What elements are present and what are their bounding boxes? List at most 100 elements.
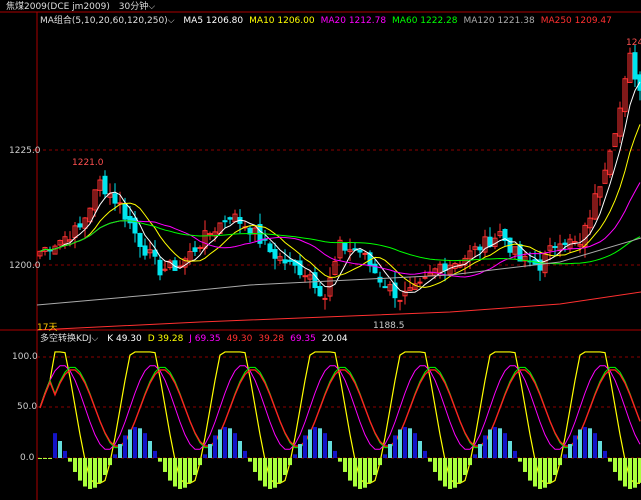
kdj-y-tick-0: 0.0 (20, 453, 35, 463)
kdj-histogram-bar (593, 433, 597, 458)
kdj-histogram-bar (148, 441, 152, 458)
ma-indicator-selector[interactable]: MA组合(5,10,20,60,120,250)⌵ (40, 16, 175, 26)
kdj-histogram-bar (198, 458, 202, 466)
kdj-histogram-bar (588, 428, 592, 458)
kdj-histogram-bar (448, 458, 452, 489)
kdj-histogram-bar (618, 458, 622, 481)
kdj-histogram-bar (208, 444, 212, 458)
kdj-histogram-bar (608, 458, 612, 462)
kdj-histogram-bar (288, 458, 292, 466)
kdj-histogram-bar (558, 458, 562, 466)
instrument-name: 焦煤2009(DCE jm2009) (6, 2, 110, 12)
kdj-histogram-bar (168, 458, 172, 481)
kdj-y-tick-50: 50.0 (17, 402, 38, 412)
candle-body (222, 220, 228, 223)
candle-body (122, 203, 128, 220)
candle-body (317, 286, 323, 297)
kdj-histogram-bar (573, 435, 577, 458)
kdj-histogram-bar (98, 458, 102, 483)
kdj-histogram-bar (543, 458, 547, 488)
candle-body (632, 52, 638, 80)
kdj-histogram-bar (498, 428, 502, 458)
kdj-histogram-bar (623, 458, 627, 487)
right-price-marker: 124 (626, 38, 641, 48)
kdj-histogram-bar (48, 458, 52, 459)
kdj-histogram-bar (378, 458, 382, 466)
kdj-histogram-bar (358, 458, 362, 489)
kdj-histogram-bar (223, 427, 227, 458)
chevron-down-icon: ⌵ (167, 16, 175, 26)
kdj-histogram-bar (578, 429, 582, 458)
candle-body (562, 242, 568, 245)
kdj-histogram-bar (83, 458, 87, 487)
period-selector[interactable]: 30分钟⌵ (119, 2, 155, 12)
kdj-histogram-bar (113, 454, 117, 458)
kdj-value: 69.35 (290, 334, 316, 344)
high-price-marker: 1221.0 (72, 158, 104, 168)
kdj-histogram-bar (478, 444, 482, 458)
chart-canvas[interactable] (0, 0, 641, 500)
kdj-histogram-bar (203, 454, 207, 458)
kdj-histogram-bar (553, 458, 557, 475)
kdj-histogram-bar (173, 458, 177, 487)
kdj-indicator-selector[interactable]: 多空转换KDJ⌵ (40, 334, 98, 344)
kdj-histogram-bar (473, 454, 477, 458)
kdj-histogram-bar (238, 441, 242, 458)
candle-body (362, 252, 368, 255)
days-label: 17天 (37, 323, 58, 333)
kdj-histogram-bar (338, 458, 342, 462)
kdj-value: 39.28 (258, 334, 285, 344)
candle-body (227, 217, 233, 220)
chevron-down-icon: ⌵ (91, 334, 99, 344)
kdj-histogram-bar (143, 433, 147, 458)
kdj-histogram-bar (568, 444, 572, 458)
kdj-histogram-bar (523, 458, 527, 472)
kdj-histogram-bar (413, 433, 417, 458)
kdj-histogram-bar (363, 458, 367, 488)
candle-body (342, 242, 348, 251)
kdj-histogram-bar (68, 458, 72, 462)
kdj-value: J 69.35 (189, 334, 221, 344)
kdj-histogram-bar (508, 441, 512, 458)
kdj-histogram-bar (43, 458, 47, 459)
candle-body (112, 193, 118, 204)
kdj-histogram-bar (343, 458, 347, 472)
kdj-histogram-bar (583, 427, 587, 458)
kdj-histogram-bar (488, 429, 492, 458)
kdj-histogram-bar (628, 458, 632, 489)
candle-body (132, 217, 138, 234)
instrument-title-bar: 焦煤2009(DCE jm2009) 30分钟⌵ (6, 1, 161, 13)
kdj-histogram-bar (193, 458, 197, 475)
kdj-histogram-bar (458, 458, 462, 483)
kdj-histogram-bar (233, 433, 237, 458)
kdj-histogram-bar (108, 458, 112, 466)
kdj-histogram-bar (248, 458, 252, 462)
kdj-histogram-bar (323, 433, 327, 458)
kdj-value: 20.04 (321, 334, 348, 344)
candle-body (552, 246, 558, 249)
kdj-histogram-bar (283, 458, 287, 475)
kdj-histogram-bar (293, 454, 297, 458)
candle-body (102, 175, 108, 195)
kdj-histogram-bar (188, 458, 192, 483)
kdj-histogram-bar (613, 458, 617, 472)
kdj-histogram-bar (273, 458, 277, 488)
kdj-histogram-bar (598, 441, 602, 458)
kdj-histogram-bar (243, 450, 247, 458)
kdj-histogram-bar (73, 458, 77, 472)
y-tick-1225: 1225.0 (9, 146, 41, 156)
kdj-histogram-bar (63, 450, 67, 458)
kdj-histogram-bar (118, 444, 122, 458)
candle-body (477, 246, 483, 251)
kdj-histogram-bar (428, 458, 432, 462)
candle-body (372, 263, 378, 274)
kdj-histogram-bar (298, 444, 302, 458)
kdj-histogram-bar (353, 458, 357, 487)
kdj-histogram-bar (58, 441, 62, 458)
kdj-histogram-bar (303, 435, 307, 458)
kdj-histogram-bar (548, 458, 552, 483)
kdj-histogram-bar (253, 458, 257, 472)
kdj-histogram-bar (263, 458, 267, 487)
kdj-histogram-bar (268, 458, 272, 489)
kdj-histogram-bar (453, 458, 457, 488)
